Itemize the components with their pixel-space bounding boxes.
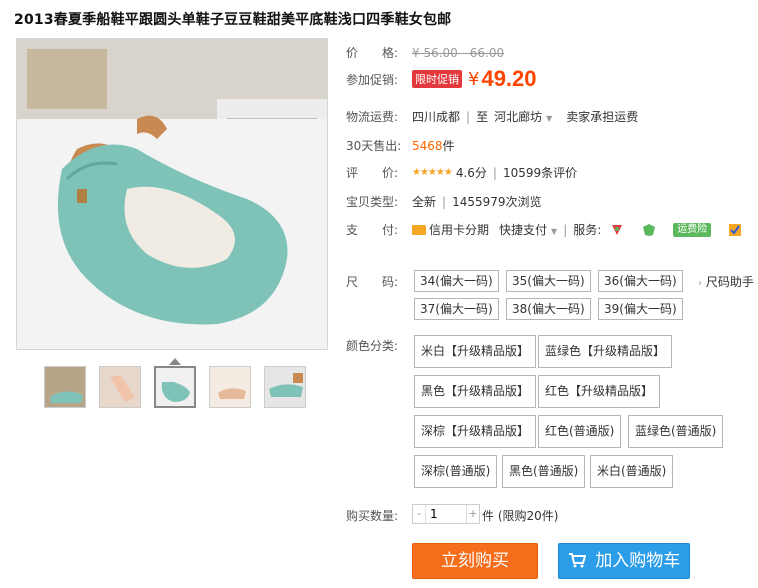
divider: | <box>563 222 568 237</box>
size-guide-label: 尺码助手 <box>705 275 754 289</box>
color-option-beige-standard[interactable]: 米白(普通版) <box>590 455 674 488</box>
size-label: 尺 码: <box>346 275 399 289</box>
thumbnail-image <box>156 368 194 406</box>
divider: | <box>492 165 497 180</box>
sales-row: 30天售出: 5468 件 <box>346 137 455 154</box>
color-option-teal-premium[interactable]: 蓝绿色【升级精品版】 <box>538 335 673 368</box>
size-guide-link[interactable]: › 尺码助手 <box>698 273 754 290</box>
payment-label: 支 付: <box>346 223 399 237</box>
thumbnail-image <box>265 367 305 407</box>
add-to-cart-button[interactable]: 加入购物车 <box>558 543 690 579</box>
quantity-stepper: - + <box>412 504 480 524</box>
size-option-35[interactable]: 35(偏大一码) <box>506 270 591 292</box>
rating-label: 评 价: <box>346 166 399 180</box>
shipping-to: 河北廊坊 <box>494 110 543 124</box>
color-option-black-premium[interactable]: 黑色【升级精品版】 <box>414 375 537 408</box>
add-to-cart-label: 加入购物车 <box>595 551 681 571</box>
shipping-from: 四川成都 <box>412 110 461 124</box>
size-option-39[interactable]: 39(偏大一码) <box>598 298 683 320</box>
chevron-down-icon: ▼ <box>551 227 558 236</box>
original-price: ¥ 56.00 - 66.00 <box>412 45 505 60</box>
thumbnail-2[interactable] <box>99 366 141 408</box>
credit-card-icon <box>412 224 426 235</box>
color-option-brown-standard[interactable]: 深棕(普通版) <box>414 455 498 488</box>
thumbnail-3[interactable] <box>154 366 196 408</box>
color-label: 颜色分类: <box>346 339 399 353</box>
type-label: 宝贝类型: <box>346 195 399 209</box>
promo-tag: 限时促销 <box>412 70 462 88</box>
divider: | <box>442 194 447 209</box>
rating-stars-icon: ★★★★★ <box>412 167 453 178</box>
quick-pay-link[interactable]: 快捷支付 ▼ <box>499 221 557 238</box>
cart-icon <box>568 544 587 578</box>
rating-score: 4.6分 <box>455 166 487 180</box>
thumbnail-1[interactable] <box>44 366 86 408</box>
plus-icon[interactable]: + <box>467 505 479 523</box>
sales-label: 30天售出: <box>346 139 402 153</box>
size-option-34[interactable]: 34(偏大一码) <box>414 270 499 292</box>
shipping-fee: 卖家承担运费 <box>566 110 639 124</box>
divider: | <box>466 109 471 124</box>
thumbnail-strip <box>44 366 306 408</box>
color-option-red-premium[interactable]: 红色【升级精品版】 <box>538 375 661 408</box>
main-product-image <box>16 38 328 350</box>
thumbnail-image <box>100 367 140 407</box>
quick-pay-label: 快捷支付 <box>499 223 548 237</box>
chevron-right-icon: › <box>698 278 702 289</box>
service-label: 服务: <box>573 223 602 237</box>
shipping-label: 物流运费: <box>346 110 399 124</box>
shipping-destination-select[interactable]: 河北廊坊 ▼ <box>494 108 552 125</box>
promo-label: 参加促销: <box>346 72 399 87</box>
quantity-info: 件 (限购20件) <box>482 507 558 524</box>
quantity-label: 购买数量: <box>346 509 399 523</box>
sales-unit: 件 <box>442 139 455 153</box>
product-title: 2013春夏季船鞋平跟圆头单鞋子豆豆鞋甜美平底鞋浅口四季鞋女包邮 <box>14 12 452 28</box>
thumbnail-image <box>45 367 85 407</box>
type-row: 宝贝类型: 全新 | 1455979次浏览 <box>346 193 542 210</box>
quantity-input[interactable] <box>425 505 467 523</box>
guarantee-shield-icon[interactable] <box>641 223 657 237</box>
shipping-row: 物流运费: 四川成都 | 至 河北廊坊 ▼ 卖家承担运费 <box>346 108 638 125</box>
promo-row: 参加促销: 限时促销 ¥ 49.20 <box>346 66 537 92</box>
installment-link[interactable]: 信用卡分期 <box>429 221 489 238</box>
item-condition: 全新 <box>412 195 437 209</box>
color-option-teal-standard[interactable]: 蓝绿色(普通版) <box>628 415 724 448</box>
price-label: 价 格: <box>346 46 399 60</box>
review-count-link[interactable]: 10599条评价 <box>503 164 577 181</box>
payment-row: 支 付: 信用卡分期 快捷支付 ▼ | 服务: 运费险 <box>346 221 751 238</box>
tmall-seven-day-icon[interactable] <box>609 223 625 237</box>
size-option-37[interactable]: 37(偏大一码) <box>414 298 499 320</box>
thumbnail-5[interactable] <box>264 366 306 408</box>
shipping-to-word: 至 <box>476 110 489 124</box>
color-option-brown-premium[interactable]: 深棕【升级精品版】 <box>414 415 537 448</box>
shoe-photo <box>17 39 327 349</box>
rating-row: 评 价: ★★★★★ 4.6分 | 10599条评价 <box>346 164 577 181</box>
quantity-unit: 件 <box>482 509 495 523</box>
thumbnail-image <box>210 367 250 407</box>
thumbnail-indicator-arrow <box>169 358 181 365</box>
sales-count: 5468 <box>412 138 443 153</box>
minus-icon[interactable]: - <box>413 505 425 523</box>
color-option-black-standard[interactable]: 黑色(普通版) <box>502 455 586 488</box>
quantity-limit: (限购20件) <box>497 509 559 523</box>
color-option-red-standard[interactable]: 红色(普通版) <box>538 415 622 448</box>
view-count: 1455979次浏览 <box>452 195 542 209</box>
buy-now-button[interactable]: 立刻购买 <box>412 543 538 579</box>
shipping-insurance-badge[interactable]: 运费险 <box>673 222 712 237</box>
promo-currency: ¥ <box>468 68 480 90</box>
price-row: 价 格: ¥ 56.00 - 66.00 <box>346 44 504 61</box>
color-option-beige-premium[interactable]: 米白【升级精品版】 <box>414 335 537 368</box>
promo-price: 49.20 <box>481 66 537 91</box>
thumbnail-4[interactable] <box>209 366 251 408</box>
chevron-down-icon: ▼ <box>546 114 553 123</box>
size-option-38[interactable]: 38(偏大一码) <box>506 298 591 320</box>
quality-check-icon[interactable] <box>727 223 743 237</box>
size-option-36[interactable]: 36(偏大一码) <box>598 270 683 292</box>
